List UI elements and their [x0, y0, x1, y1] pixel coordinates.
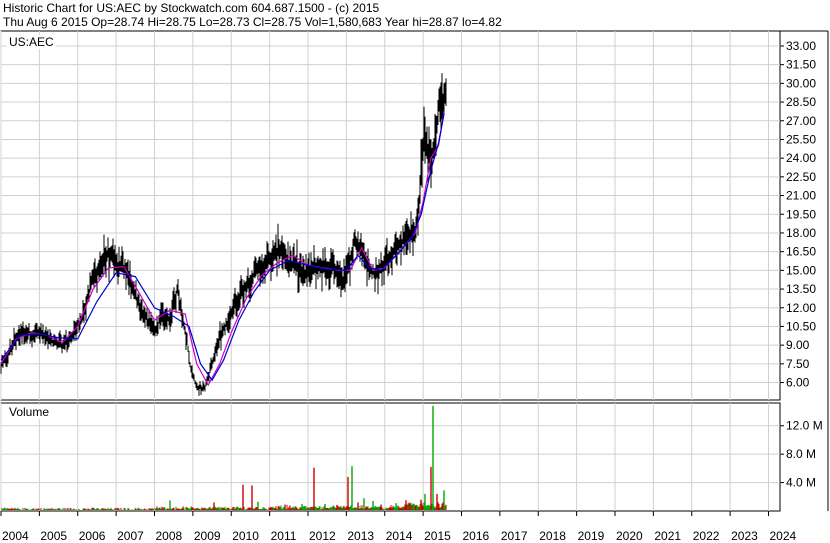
price-tick-label: 33.00: [786, 39, 816, 53]
volume-panel-label: Volume: [7, 405, 52, 419]
price-tick-label: 13.50: [786, 282, 816, 296]
price-tick-label: 12.00: [786, 301, 816, 315]
year-tick-label: 2014: [386, 529, 413, 543]
volume-tick-label: 8.0 M: [786, 447, 816, 461]
price-tick-label: 15.00: [786, 263, 816, 277]
price-tick-label: 9.00: [786, 338, 810, 352]
year-tick-label: 2022: [693, 529, 720, 543]
year-tick-label: 2013: [347, 529, 374, 543]
year-tick-label: 2009: [194, 529, 221, 543]
price-layer: [0, 73, 447, 396]
price-tick-label: 19.50: [786, 207, 816, 221]
year-tick-label: 2004: [2, 529, 29, 543]
year-tick-label: 2023: [731, 529, 758, 543]
axis-layer: 33.00 31.50 30.00 28.50 27.00 25.50 24.00 22.50…: [0, 39, 823, 543]
year-tick-label: 2008: [155, 529, 182, 543]
year-tick-label: 2010: [232, 529, 259, 543]
volume-panel-frame: [0, 402, 781, 512]
price-tick-label: 25.50: [786, 132, 816, 146]
volume-tick-label: 4.0 M: [786, 476, 816, 490]
stock-chart: 33.00 31.50 30.00 28.50 27.00 25.50 24.00 22.50…: [0, 30, 829, 543]
price-tick-label: 27.00: [786, 114, 816, 128]
price-tick-label: 7.50: [786, 357, 810, 371]
year-tick-label: 2020: [616, 529, 643, 543]
year-tick-label: 2015: [424, 529, 451, 543]
year-tick-label: 2006: [79, 529, 106, 543]
year-tick-label: 2018: [539, 529, 566, 543]
year-tick-label: 2007: [117, 529, 144, 543]
price-tick-label: 18.00: [786, 226, 816, 240]
volume-layer: [0, 405, 447, 511]
price-tick-label: 6.00: [786, 376, 810, 390]
year-tick-label: 2012: [309, 529, 336, 543]
price-tick-label: 21.00: [786, 189, 816, 203]
price-tick-label: 16.50: [786, 245, 816, 259]
year-tick-label: 2017: [501, 529, 528, 543]
price-tick-label: 10.50: [786, 319, 816, 333]
price-tick-label: 28.50: [786, 95, 816, 109]
price-panel-label: US:AEC: [7, 35, 56, 49]
year-tick-label: 2011: [271, 529, 297, 543]
year-tick-label: 2019: [578, 529, 605, 543]
volume-tick-label: 12.0 M: [786, 419, 823, 433]
year-tick-label: 2005: [40, 529, 67, 543]
price-tick-label: 31.50: [786, 58, 816, 72]
price-tick-label: 30.00: [786, 76, 816, 90]
year-tick-label: 2016: [462, 529, 489, 543]
price-tick-label: 24.00: [786, 151, 816, 165]
year-tick-label: 2024: [769, 529, 796, 543]
price-tick-label: 22.50: [786, 170, 816, 184]
year-tick-label: 2021: [654, 529, 681, 543]
